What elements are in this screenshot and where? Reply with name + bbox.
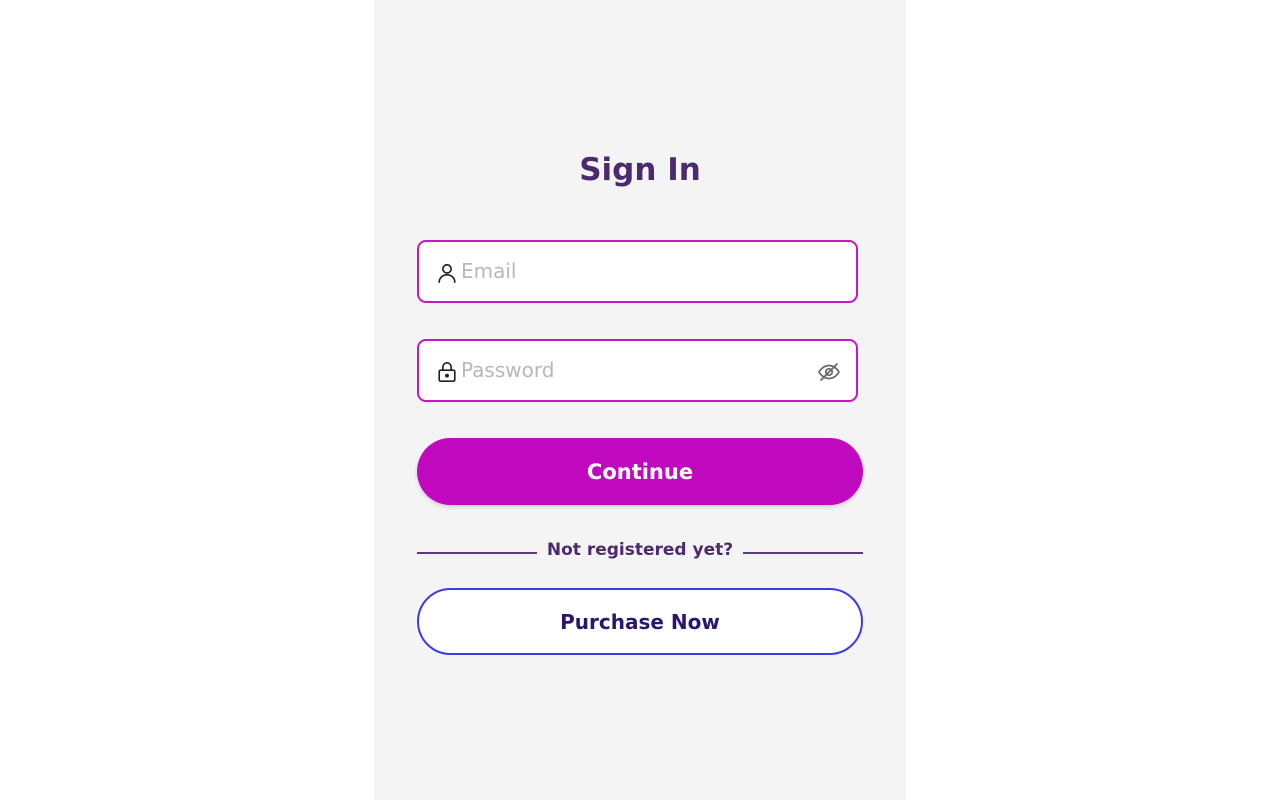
email-input[interactable] (461, 242, 811, 300)
divider-line-right (743, 552, 863, 554)
purchase-now-button[interactable]: Purchase Now (417, 588, 863, 655)
user-icon (438, 263, 456, 283)
email-field-container[interactable] (417, 240, 858, 303)
lock-icon (438, 362, 456, 382)
password-field-container[interactable] (417, 339, 858, 402)
divider-line-left (417, 552, 537, 554)
login-panel: Sign In Continue Not registered yet? Pur… (374, 0, 906, 800)
not-registered-text: Not registered yet? (546, 540, 734, 560)
register-divider: Not registered yet? (417, 538, 863, 566)
continue-button[interactable]: Continue (417, 438, 863, 505)
eye-off-icon[interactable] (817, 360, 841, 384)
page-title: Sign In (579, 152, 701, 188)
password-input[interactable] (461, 341, 811, 399)
